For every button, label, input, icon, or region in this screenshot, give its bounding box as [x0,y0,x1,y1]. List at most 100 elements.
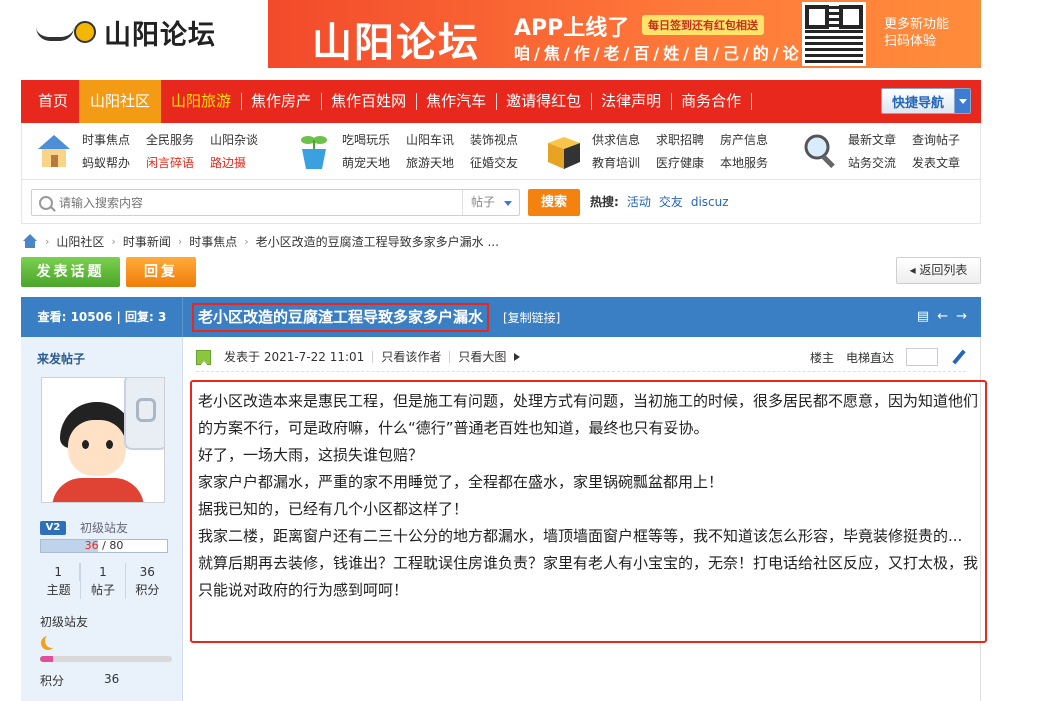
avatar[interactable] [41,377,165,503]
hot-search: 热搜: 活动 交友 discuz [590,189,729,216]
category-link[interactable]: 吃喝玩乐 [342,131,390,148]
category-link[interactable]: 时事焦点 [82,131,130,148]
box-icon [544,131,584,171]
category-link[interactable]: 站务交流 [848,154,896,171]
thread-header: 查看: 10506 | 回复: 3 老小区改造的豆腐渣工程导致多家多户漏水 [复… [21,297,981,337]
jump-go-icon[interactable] [950,349,966,365]
image-post-icon [196,349,211,366]
new-topic-button[interactable]: 发表话题 [21,257,120,287]
hot-search-term[interactable]: 活动 [627,189,651,216]
nav-item-classifieds[interactable]: 焦作百姓网 [321,80,418,123]
chevron-right-icon: › [177,234,183,248]
category-link[interactable]: 查询帖子 [912,131,960,148]
breadcrumb-item[interactable]: 时事焦点 [189,233,237,250]
site-logo[interactable]: 山阳论坛 [36,10,236,54]
category-link[interactable]: 山阳车讯 [406,131,454,148]
category-link[interactable]: 本地服务 [720,154,768,171]
nav-item-housing[interactable]: 焦作房产 [241,80,323,123]
post-paragraph: 我家二楼，距离窗户还有二三十公分的地方都漏水，墙顶墙面窗户框等等，我不知道该怎么… [198,527,963,545]
category-link[interactable]: 医疗健康 [656,154,704,171]
category-link[interactable]: 供求信息 [592,131,640,148]
category-link[interactable]: 装饰视点 [470,131,518,148]
post-content: 老小区改造本来是惠民工程，但是施工有问题，处理方式有问题，当初施工的时候，很多居… [190,380,987,643]
credit-current: 36 [84,539,99,552]
category-link[interactable]: 旅游天地 [406,154,454,171]
breadcrumb-item[interactable]: 时事新闻 [123,233,171,250]
moon-icon [45,634,59,648]
category-link[interactable]: 最新文章 [848,131,896,148]
banner-app-text: APP上线了 [514,16,630,41]
credit-separator: / [98,539,110,552]
banner-sign-badge: 每日签到还有红包相送 [642,15,764,35]
only-large-images-link[interactable]: 只看大图 [450,351,514,363]
nav-item-legal[interactable]: 法律声明 [591,80,673,123]
qr-text-line-2: 扫码体验 [884,34,937,49]
back-to-list-button[interactable]: ◂ 返回列表 [896,257,981,284]
author-name[interactable]: 来发帖子 [37,350,85,367]
main-nav: 首页 山阳社区 山阳旅游 焦作房产 焦作百姓网 焦作汽车 邀请得红包 法律声明 … [21,80,981,123]
breadcrumb: › 山阳社区 › 时事新闻 › 时事焦点 › 老小区改造的豆腐渣工程导致多家多户… [22,231,499,251]
nav-item-autos[interactable]: 焦作汽车 [416,80,498,123]
breadcrumb-item[interactable]: 山阳社区 [56,233,104,250]
count-label: 帖子 [90,583,115,597]
nav-item-community[interactable]: 山阳社区 [79,80,162,123]
plant-pot-icon [294,131,334,171]
count-points[interactable]: 36 积分 [126,563,169,599]
copy-link[interactable]: [复制链接] [503,309,560,326]
category-link[interactable]: 征婚交友 [470,154,518,171]
post-meta-right: 楼主 电梯直达 [810,348,966,366]
post-paragraph: 好了，一场大雨，这损失谁包赔？ [198,446,424,464]
hot-search-term[interactable]: discuz [691,189,729,216]
category-link[interactable]: 教育培训 [592,154,640,171]
nav-item-travel[interactable]: 山阳旅游 [161,80,243,123]
search-input[interactable] [59,195,519,210]
search-bar: 帖子 搜索 热搜: 活动 交友 discuz [21,180,981,224]
nav-item-home[interactable]: 首页 [21,80,81,123]
only-author-link[interactable]: 只看该作者 [373,351,451,363]
category-group-3: 供求信息 求职招聘 房产信息 教育培训 医疗健康 本地服务 [544,127,768,175]
logo-text: 山阳论坛 [104,19,216,51]
search-type-select[interactable]: 帖子 [462,190,520,215]
author-sidebar: 来发帖子 V2 初级站友 36 / 80 1 主题 1 帖子 36 积分 初级站友 积… [21,337,183,701]
category-link[interactable]: 山阳杂谈 [210,131,258,148]
search-button[interactable]: 搜索 [528,189,580,216]
star-progress-fill [40,656,54,662]
floor-label: 楼主 [809,350,834,365]
category-link[interactable]: 发表文章 [912,154,960,171]
reply-button[interactable]: 回复 [126,257,196,287]
category-group-2: 吃喝玩乐 山阳车讯 装饰视点 萌宠天地 旅游天地 征婚交友 [294,127,518,175]
credit-progress-text: 36 / 80 [85,539,124,552]
level-name-secondary: 初级站友 [40,615,89,629]
banner-slogan: 咱/焦/作/老/百/姓/自/己/的/论/坛 [514,44,833,63]
points-row: 积分 36 [40,672,119,689]
print-icon[interactable]: ▤ [917,309,929,324]
points-label: 积分 [40,674,65,688]
count-posts[interactable]: 1 帖子 [81,563,126,599]
count-value: 36 [139,565,155,579]
category-link[interactable]: 全民服务 [146,131,194,148]
hot-search-term[interactable]: 交友 [659,189,683,216]
chevron-right-icon: › [111,234,116,248]
category-link[interactable]: 萌宠天地 [342,154,390,171]
category-link[interactable]: 求职招聘 [656,131,704,148]
count-topics[interactable]: 1 主题 [37,563,82,599]
next-thread-icon[interactable]: → [956,309,967,324]
page: 山阳论坛 山阳论坛 APP上线了 每日签到还有红包相送 咱/焦/作/老/百/姓/… [0,0,1038,701]
quick-nav-label: 快捷导航 [891,95,944,111]
app-banner[interactable]: 山阳论坛 APP上线了 每日签到还有红包相送 咱/焦/作/老/百/姓/自/己/的… [268,0,981,68]
mini-program-icon [124,378,164,450]
category-link[interactable]: 蚂蚁帮办 [82,154,130,171]
qr-code-icon [802,2,866,66]
caret-left-icon: ◂ [909,263,916,277]
caret-right-icon [514,353,524,361]
category-link[interactable]: 闲言碎语 [146,154,194,171]
category-link[interactable]: 房产信息 [720,131,768,148]
nav-item-invite[interactable]: 邀请得红包 [496,80,593,123]
category-link[interactable]: 路边摄 [210,154,258,171]
count-label: 主题 [46,583,71,597]
home-icon[interactable] [22,234,38,248]
floor-jump-input[interactable] [906,348,938,366]
quick-nav-button[interactable]: 快捷导航 [881,88,971,114]
nav-item-business[interactable]: 商务合作 [671,80,753,123]
prev-thread-icon[interactable]: ← [937,309,948,324]
